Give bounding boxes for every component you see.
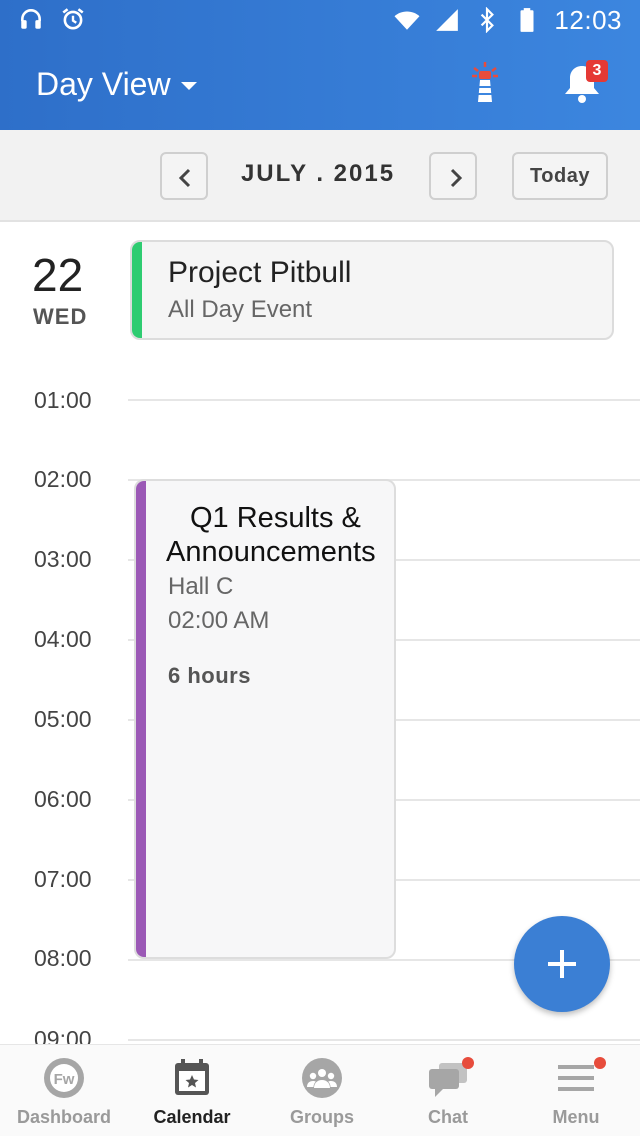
next-month-button[interactable] bbox=[429, 152, 477, 200]
plus-icon bbox=[548, 950, 576, 978]
app-bar: Day View 3 bbox=[0, 40, 640, 130]
today-button[interactable]: Today bbox=[512, 152, 608, 200]
tab-label: Menu bbox=[552, 1107, 600, 1127]
tab-label: Groups bbox=[289, 1107, 354, 1127]
wifi-icon bbox=[394, 11, 420, 30]
battery-icon bbox=[520, 8, 534, 32]
bottom-navigation: Fw Dashboard Calendar Groups Chat Menu bbox=[0, 1044, 640, 1136]
calendar-icon bbox=[175, 1059, 209, 1095]
hour-label: 03:00 bbox=[34, 546, 92, 572]
tab-label: Dashboard bbox=[16, 1107, 112, 1127]
groups-icon bbox=[302, 1058, 342, 1098]
svg-text:Fw: Fw bbox=[54, 1071, 75, 1088]
tab-menu[interactable]: Menu bbox=[512, 1045, 640, 1136]
alarm-icon bbox=[62, 8, 84, 30]
event-title: Q1 Results & Announcements bbox=[166, 502, 376, 568]
tab-groups[interactable]: Groups bbox=[258, 1045, 606, 1136]
headphones-icon bbox=[21, 9, 41, 29]
status-bar: 12:03 bbox=[0, 0, 640, 40]
month-navigation: JULY . 2015 Today bbox=[0, 130, 640, 222]
hour-label: 07:00 bbox=[34, 866, 92, 892]
view-switcher[interactable]: Day View bbox=[36, 64, 197, 104]
lighthouse-icon[interactable] bbox=[468, 60, 502, 104]
weekday-label: WED bbox=[33, 304, 88, 329]
fw-logo-icon: Fw bbox=[44, 1058, 84, 1098]
event-color-stripe bbox=[136, 481, 146, 957]
add-event-button[interactable] bbox=[514, 916, 610, 1012]
event-duration: 6 hours bbox=[168, 663, 251, 688]
event-card[interactable]: Q1 Results & Announcements Hall C 02:00 … bbox=[134, 479, 396, 959]
chevron-down-icon bbox=[180, 82, 197, 90]
event-color-stripe bbox=[132, 242, 142, 338]
month-label: JULY . 2015 bbox=[240, 160, 396, 187]
all-day-event-subtitle: All Day Event bbox=[168, 296, 313, 323]
event-start-time: 02:00 AM bbox=[168, 607, 270, 634]
hour-label: 02:00 bbox=[34, 466, 92, 492]
view-title: Day View bbox=[36, 66, 171, 102]
tab-dashboard[interactable]: Fw Dashboard bbox=[0, 1045, 128, 1136]
event-location: Hall C bbox=[168, 573, 234, 600]
tab-label: Calendar bbox=[153, 1107, 231, 1127]
hour-label: 05:00 bbox=[34, 706, 92, 732]
tab-label: Chat bbox=[428, 1107, 468, 1127]
chevron-left-icon bbox=[178, 168, 191, 188]
all-day-event-title: Project Pitbull bbox=[168, 256, 352, 289]
hour-label: 06:00 bbox=[34, 786, 92, 812]
hour-divider bbox=[128, 399, 640, 401]
hour-label: 01:00 bbox=[34, 387, 92, 413]
hour-label: 04:00 bbox=[34, 626, 92, 652]
chat-unread-dot bbox=[462, 1057, 474, 1069]
chevron-right-icon bbox=[450, 168, 463, 188]
prev-month-button[interactable] bbox=[160, 152, 208, 200]
hour-label: 08:00 bbox=[34, 945, 92, 971]
menu-icon bbox=[558, 1065, 594, 1091]
tab-chat[interactable]: Chat bbox=[384, 1045, 512, 1136]
all-day-event-card[interactable]: Project Pitbull All Day Event bbox=[130, 240, 614, 340]
hour-divider bbox=[128, 1039, 640, 1041]
signal-icon bbox=[436, 9, 459, 31]
day-number: 22 bbox=[32, 249, 84, 301]
tab-calendar[interactable]: Calendar bbox=[128, 1045, 256, 1136]
bluetooth-icon bbox=[481, 7, 495, 33]
clock: 12:03 bbox=[554, 5, 622, 35]
notification-badge: 3 bbox=[586, 60, 608, 82]
